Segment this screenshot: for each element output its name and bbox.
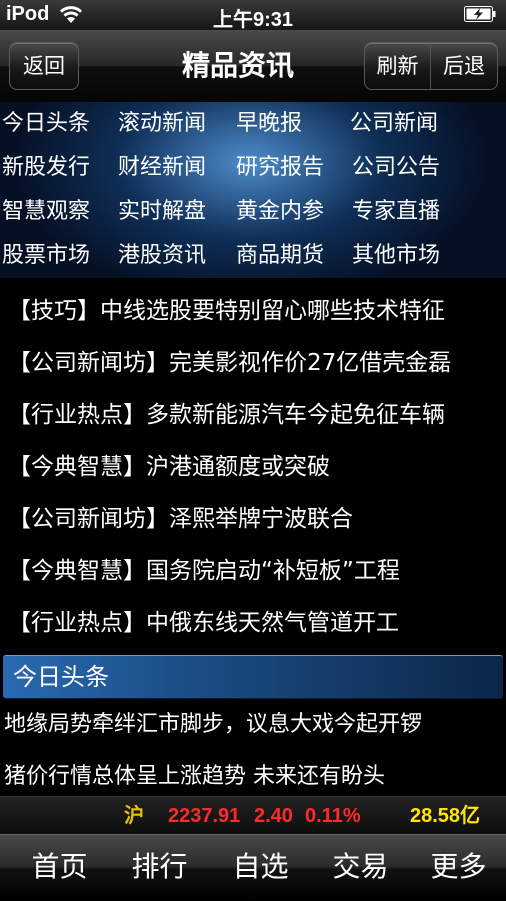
- news-item[interactable]: 【行业热点】中俄东线天然气管道开工: [0, 597, 506, 649]
- category-wisdom-watch[interactable]: 智慧观察: [2, 190, 90, 234]
- today-headlines-header[interactable]: 今日头条: [3, 655, 503, 699]
- tab-bar: 首页 排行 自选 交易 更多: [0, 834, 506, 901]
- news-item[interactable]: 【行业热点】多款新能源汽车今起免征车辆: [0, 389, 506, 441]
- news-item[interactable]: 【今典智慧】国务院启动“补短板”工程: [0, 545, 506, 597]
- news-item[interactable]: 【技巧】中线选股要特别留心哪些技术特征: [0, 285, 506, 337]
- ticker-change: 2.40: [254, 805, 293, 827]
- category-ipo[interactable]: 新股发行: [2, 146, 90, 190]
- news-item-text: 【公司新闻坊】完美影视作价27亿借壳金磊: [8, 350, 452, 376]
- category-expert-live[interactable]: 专家直播: [352, 190, 440, 234]
- ticker-volume: 28.58亿: [410, 805, 481, 827]
- back-button[interactable]: 返回: [9, 42, 79, 90]
- news-item-text: 【技巧】中线选股要特别留心哪些技术特征: [8, 298, 445, 324]
- tab-more[interactable]: 更多: [408, 835, 506, 901]
- news-item[interactable]: 【今典智慧】沪港通额度或突破: [0, 441, 506, 493]
- news-item[interactable]: 【公司新闻坊】泽熙举牌宁波联合: [0, 493, 506, 545]
- headline-text: 地缘局势牵绊汇市脚步，议息大戏今起开锣: [4, 712, 423, 737]
- news-item-text: 【公司新闻坊】泽熙举牌宁波联合: [8, 506, 353, 532]
- category-gold-insider[interactable]: 黄金内参: [236, 190, 324, 234]
- category-live-analysis[interactable]: 实时解盘: [118, 190, 206, 234]
- previous-button[interactable]: 后退: [431, 43, 497, 89]
- news-item-text: 【行业热点】中俄东线天然气管道开工: [8, 610, 399, 636]
- category-company-news[interactable]: 公司新闻: [350, 102, 438, 146]
- category-stock-market[interactable]: 股票市场: [2, 234, 90, 278]
- category-finance-news[interactable]: 财经新闻: [118, 146, 206, 190]
- news-item-text: 【行业热点】多款新能源汽车今起免征车辆: [8, 402, 445, 428]
- headline-text: 猪价行情总体呈上涨趋势 未来还有盼头: [4, 764, 385, 789]
- headline-item[interactable]: 地缘局势牵绊汇市脚步，议息大戏今起开锣: [0, 700, 506, 750]
- category-hk-stocks[interactable]: 港股资讯: [118, 234, 206, 278]
- tab-ranking[interactable]: 排行: [109, 835, 210, 901]
- navigation-bar: 返回 精品资讯 刷新 后退: [0, 30, 506, 103]
- tab-home[interactable]: 首页: [9, 835, 110, 901]
- nav-button-group: 刷新 后退: [364, 42, 498, 90]
- ticker-percent: 0.11%: [305, 805, 361, 827]
- market-ticker[interactable]: 沪 2237.91 2.40 0.11% 28.58亿: [0, 796, 506, 835]
- category-morning-evening[interactable]: 早晚报: [236, 102, 302, 146]
- tab-watchlist[interactable]: 自选: [210, 835, 311, 901]
- category-commodity-futures[interactable]: 商品期货: [236, 234, 324, 278]
- tab-trade[interactable]: 交易: [310, 835, 411, 901]
- category-other-markets[interactable]: 其他市场: [352, 234, 440, 278]
- ticker-market: 沪: [124, 805, 144, 827]
- battery-charging-icon: [464, 6, 496, 22]
- category-research-reports[interactable]: 研究报告: [236, 146, 324, 190]
- category-grid: 今日头条 滚动新闻 早晚报 公司新闻 新股发行 财经新闻 研究报告 公司公告 智…: [0, 102, 506, 278]
- page-title: 精品资讯: [181, 49, 294, 82]
- category-rolling-news[interactable]: 滚动新闻: [118, 102, 206, 146]
- headline-item[interactable]: 猪价行情总体呈上涨趋势 未来还有盼头: [0, 752, 506, 802]
- category-today-headlines[interactable]: 今日头条: [2, 102, 90, 146]
- clock: 上午9:31: [212, 9, 294, 31]
- status-bar: iPod 上午9:31: [0, 0, 506, 31]
- news-item-text: 【今典智慧】国务院启动“补短板”工程: [8, 558, 400, 584]
- news-item[interactable]: 【公司新闻坊】完美影视作价27亿借壳金磊: [0, 337, 506, 389]
- news-item-text: 【今典智慧】沪港通额度或突破: [8, 454, 330, 480]
- category-company-announcements[interactable]: 公司公告: [352, 146, 440, 190]
- ticker-index: 2237.91: [168, 805, 241, 827]
- refresh-button[interactable]: 刷新: [365, 43, 431, 89]
- section-title: 今日头条: [13, 663, 109, 691]
